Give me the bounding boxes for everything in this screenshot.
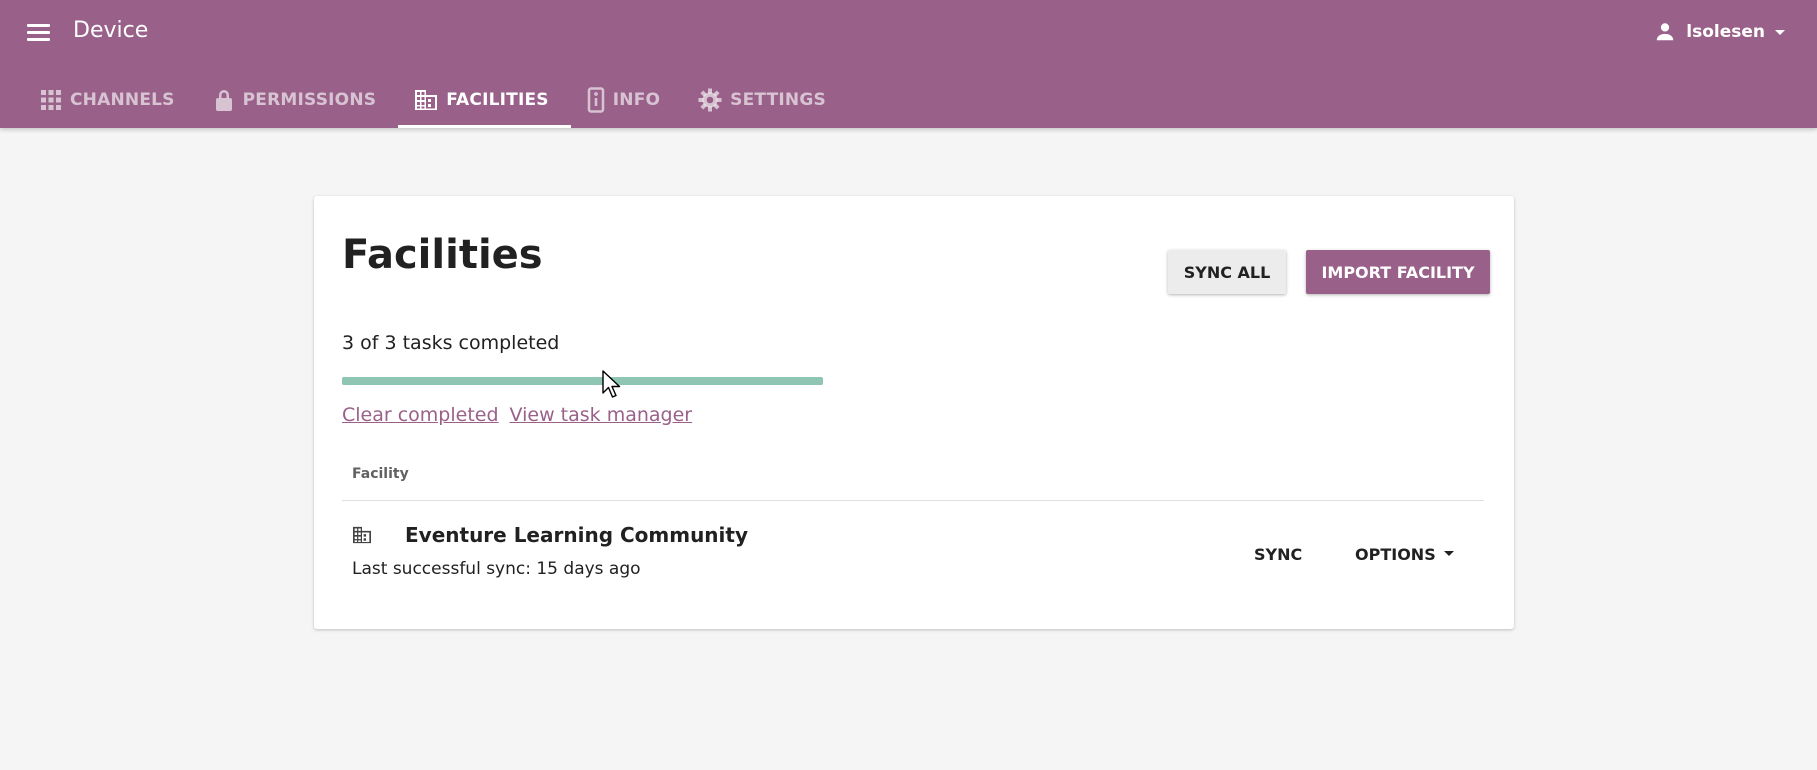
last-sync-text: Last successful sync: 15 days ago — [352, 559, 641, 579]
building-icon — [352, 526, 372, 548]
apps-grid-icon — [40, 89, 62, 111]
building-icon — [414, 89, 438, 111]
table-row: Eventure Learning Community Last success… — [342, 501, 1484, 601]
gear-icon — [698, 88, 722, 112]
lock-icon — [213, 88, 235, 112]
mouse-cursor-icon — [602, 370, 622, 404]
sync-all-button[interactable]: SYNC ALL — [1168, 250, 1286, 294]
clear-completed-link[interactable]: Clear completed — [342, 404, 499, 426]
task-progress-fill — [342, 377, 823, 385]
person-icon — [1654, 21, 1676, 43]
tab-label: CHANNELS — [70, 90, 175, 110]
tab-label: SETTINGS — [730, 90, 826, 110]
task-progress-bar — [342, 377, 823, 385]
tab-label: PERMISSIONS — [242, 90, 377, 110]
task-links: Clear completed View task manager — [342, 404, 703, 426]
facility-column-header: Facility — [352, 466, 409, 482]
task-status-text: 3 of 3 tasks completed — [342, 332, 560, 354]
hamburger-menu-icon[interactable] — [24, 20, 54, 46]
tab-permissions[interactable]: PERMISSIONS — [197, 72, 399, 128]
facilities-card: Facilities SYNC ALL IMPORT FACILITY 3 of… — [314, 196, 1514, 629]
caret-down-icon — [1436, 545, 1456, 564]
tab-label: INFO — [612, 90, 661, 110]
sync-button-label: SYNC — [1254, 544, 1303, 564]
view-task-manager-link[interactable]: View task manager — [510, 404, 693, 426]
user-name: lsolesen — [1686, 22, 1765, 42]
app-bar-top: Device lsolesen — [0, 0, 1817, 64]
sync-button[interactable]: SYNC — [1244, 537, 1312, 571]
page-title: Facilities — [342, 232, 543, 278]
device-nav-tabs: CHANNELS PERMISSIONS FACILITIES INFO SET… — [24, 72, 848, 128]
tab-facilities[interactable]: FACILITIES — [398, 72, 571, 128]
tab-label: FACILITIES — [446, 90, 549, 110]
device-info-icon — [587, 87, 605, 113]
facility-name: Eventure Learning Community — [405, 523, 748, 547]
import-facility-button[interactable]: IMPORT FACILITY — [1306, 250, 1490, 294]
options-dropdown-button[interactable]: OPTIONS — [1345, 537, 1466, 571]
tab-settings[interactable]: SETTINGS — [682, 72, 848, 128]
app-bar: Device lsolesen CHANNELS PERMISSIONS FAC… — [0, 0, 1817, 128]
user-menu[interactable]: lsolesen — [1654, 18, 1787, 46]
tab-channels[interactable]: CHANNELS — [24, 72, 197, 128]
caret-down-icon — [1773, 25, 1787, 39]
tab-info[interactable]: INFO — [571, 72, 682, 128]
options-button-label: OPTIONS — [1355, 544, 1436, 564]
app-title: Device — [73, 18, 149, 43]
